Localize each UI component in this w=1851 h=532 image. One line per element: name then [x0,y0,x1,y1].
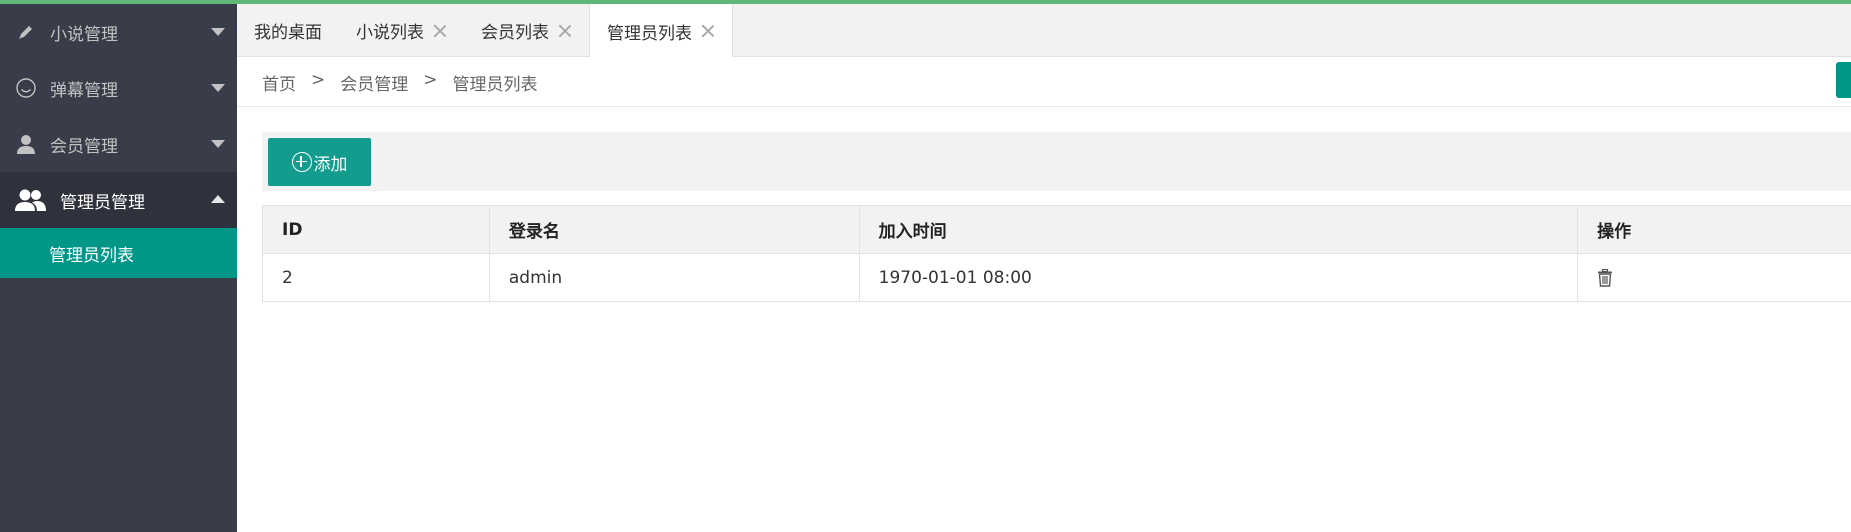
chevron-down-icon [211,84,225,92]
column-header-login: 登录名 [488,205,860,254]
breadcrumb-bar: 首页 > 会员管理 > 管理员列表 [237,57,1851,107]
tab-admin-list[interactable]: 管理员列表 [589,4,733,58]
sidebar-item-label: 管理员管理 [60,192,145,213]
toolbar: 添加 [262,132,1851,191]
close-icon[interactable] [433,24,447,38]
sidebar-item-member[interactable]: 会员管理 [0,116,237,172]
cell-actions [1577,253,1851,302]
users-icon [14,188,46,212]
tab-label: 管理员列表 [607,23,692,44]
chevron-down-icon [211,28,225,36]
table-header-row: ID 登录名 加入时间 操作 [262,205,1851,254]
add-button-label: 添加 [313,154,348,175]
close-icon[interactable] [558,24,572,38]
add-button[interactable]: 添加 [268,138,371,186]
breadcrumb-home[interactable]: 首页 [262,70,296,95]
sidebar-item-danmaku[interactable]: 弹幕管理 [0,60,237,116]
cell-id: 2 [262,253,490,302]
sidebar-item-label: 会员管理 [50,136,118,157]
sidebar: 小说管理 弹幕管理 会员管理 管理员管理 管理员列表 [0,4,237,532]
tab-label: 我的桌面 [254,23,322,43]
refresh-button[interactable] [1836,62,1851,98]
admin-table: ID 登录名 加入时间 操作 2 admin 1970-01-01 08:00 [262,205,1851,302]
tab-desktop[interactable]: 我的桌面 [237,4,339,57]
plus-circle-icon [291,152,312,172]
column-header-actions: 操作 [1577,205,1851,254]
table-row: 2 admin 1970-01-01 08:00 [262,253,1851,302]
breadcrumb-separator: > [311,70,326,90]
chevron-up-icon [211,195,225,203]
breadcrumb-member[interactable]: 会员管理 [340,70,408,95]
tab-novel-list[interactable]: 小说列表 [339,4,464,57]
sidebar-item-admin[interactable]: 管理员管理 [0,172,237,228]
tab-label: 会员列表 [481,23,549,43]
tab-member-list[interactable]: 会员列表 [464,4,589,57]
tab-bar: 我的桌面 小说列表 会员列表 管理员列表 [237,4,1851,58]
tab-label: 小说列表 [356,23,424,43]
cell-login: admin [488,253,860,302]
column-header-joined: 加入时间 [858,205,1579,254]
trash-icon[interactable] [1597,268,1613,287]
cell-joined: 1970-01-01 08:00 [858,253,1579,302]
column-header-id: ID [262,205,490,254]
sidebar-item-label: 弹幕管理 [50,80,118,101]
sidebar-subitem-admin-list[interactable]: 管理员列表 [0,228,237,278]
pencil-icon [14,20,38,44]
close-icon[interactable] [701,24,715,38]
breadcrumb-current: 管理员列表 [452,75,538,95]
breadcrumb: 首页 > 会员管理 > 管理员列表 [262,70,538,95]
chevron-down-icon [211,140,225,148]
smile-icon [14,76,38,100]
breadcrumb-separator: > [423,70,438,90]
sidebar-item-novel[interactable]: 小说管理 [0,4,237,60]
user-icon [14,132,38,156]
sidebar-item-label: 小说管理 [50,24,118,45]
